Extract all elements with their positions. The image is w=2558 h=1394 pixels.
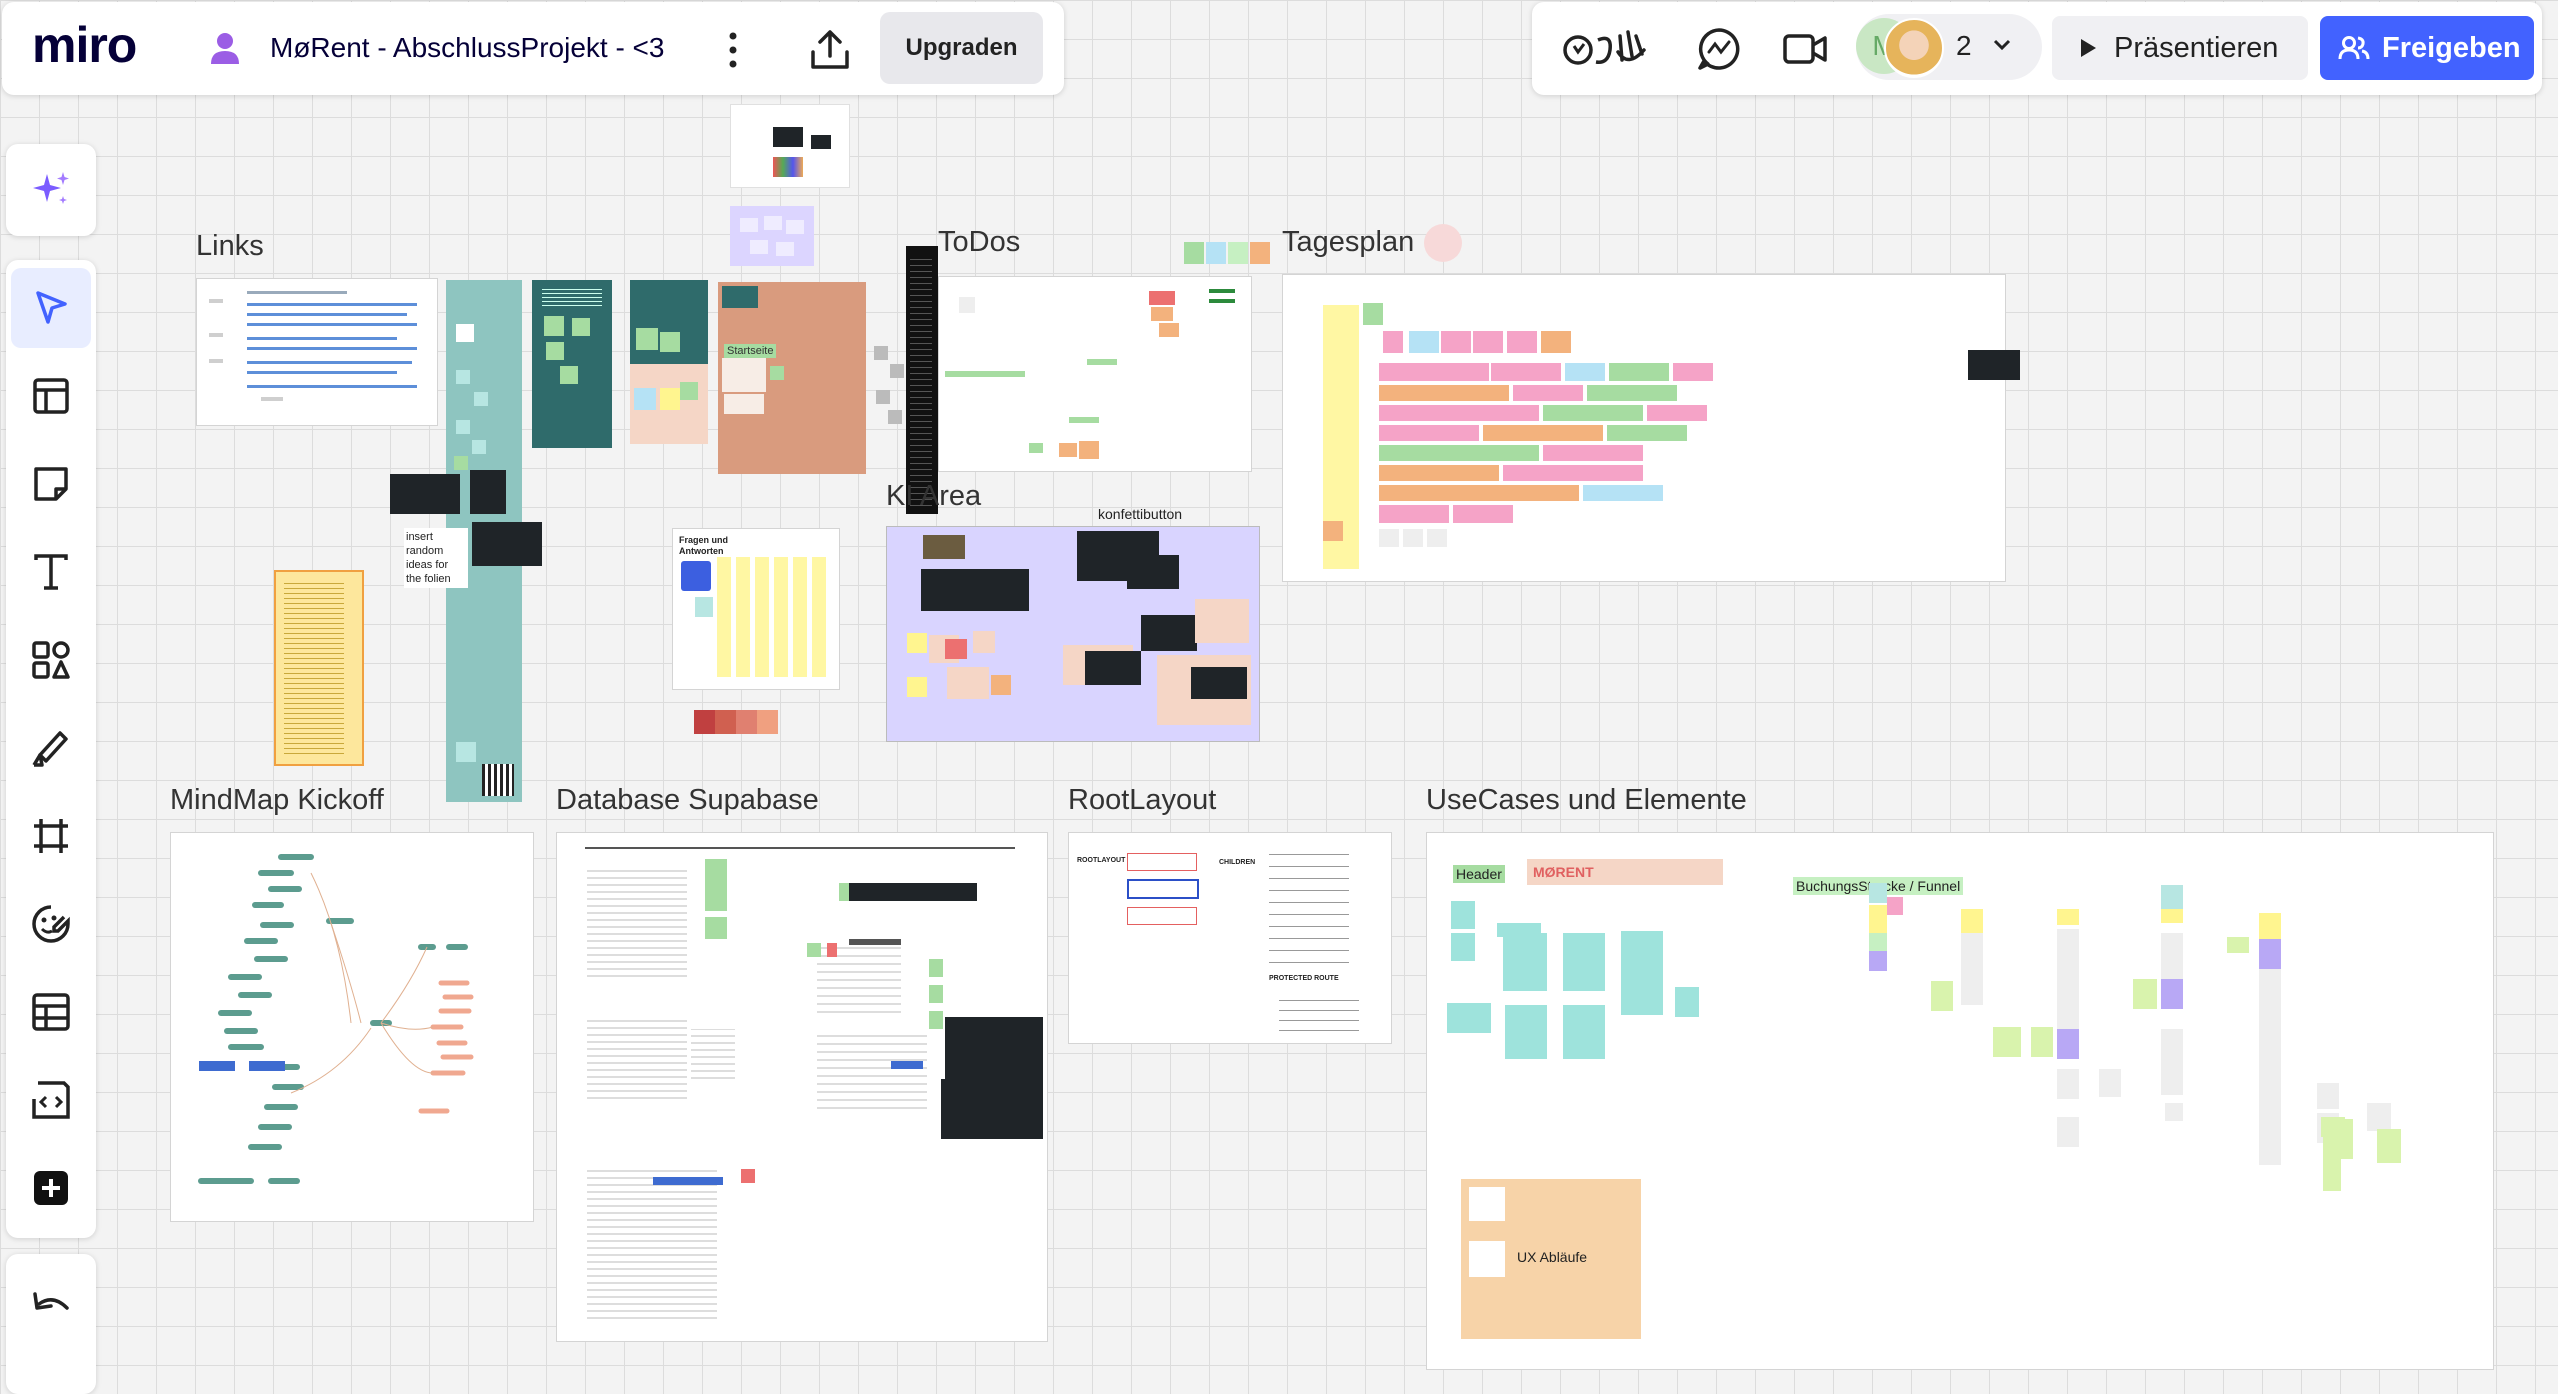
add-more-icon[interactable] — [11, 1148, 91, 1228]
cake-sticker-icon — [1424, 224, 1462, 262]
embed-code-icon[interactable] — [11, 1060, 91, 1140]
present-button[interactable]: Präsentieren — [2052, 16, 2308, 80]
play-icon — [2081, 39, 2096, 57]
qr-code — [482, 764, 514, 796]
protected-route-label: PROTECTED ROUTE — [1269, 975, 1339, 982]
fragen-label: Fragen und Antworten — [679, 535, 728, 556]
templates-icon[interactable] — [11, 356, 91, 436]
ai-panel — [6, 144, 96, 236]
creation-toolbar — [6, 260, 96, 1238]
dark-teal-board[interactable] — [532, 280, 612, 448]
links-frame[interactable] — [196, 278, 438, 426]
export-upload-icon[interactable] — [808, 28, 852, 72]
tagesplan-frame[interactable] — [1282, 274, 2006, 582]
upgrade-button[interactable]: Upgraden — [880, 12, 1043, 84]
sticky-note-icon[interactable] — [11, 444, 91, 524]
board-title[interactable]: MøRent - AbschlussProjekt - <3 — [270, 32, 664, 64]
avatar-photo — [1884, 18, 1944, 78]
terminal-strip[interactable] — [906, 246, 938, 514]
video-call-icon[interactable] — [1782, 30, 1828, 68]
frame-title-links[interactable]: Links — [196, 230, 264, 263]
todo-sticky-row — [1184, 242, 1270, 266]
frame-title-usecases[interactable]: UseCases und Elemente — [1426, 784, 1747, 817]
stickers-icon[interactable] — [11, 884, 91, 964]
pen-icon[interactable] — [11, 708, 91, 788]
board-header-panel: miro MøRent - AbschlussProjekt - <3 Upgr… — [2, 2, 1064, 95]
text-icon[interactable] — [11, 532, 91, 612]
connector-cluster — [870, 340, 910, 430]
ki-area-frame[interactable] — [886, 526, 1260, 742]
table-icon[interactable] — [11, 972, 91, 1052]
present-label: Präsentieren — [2114, 31, 2279, 64]
children-label: CHILDREN — [1219, 859, 1256, 866]
share-label: Freigeben — [2382, 31, 2521, 64]
frame-title-todos[interactable]: ToDos — [938, 226, 1020, 259]
fragen-frame[interactable]: Fragen und Antworten — [672, 528, 840, 690]
frame-title-mindmap[interactable]: MindMap Kickoff — [170, 784, 384, 817]
todos-frame[interactable] — [938, 276, 1252, 472]
startseite-label: Startseite — [724, 344, 777, 358]
frame-title-tagesplan[interactable]: Tagesplan — [1282, 226, 1414, 259]
ideas-label: insert random ideas for the folien — [404, 528, 468, 588]
yellow-document[interactable] — [274, 570, 364, 766]
ideas-thumb-3[interactable] — [472, 522, 542, 566]
rootlayout-frame[interactable]: ROOTLAYOUT CHILDREN PROTECTED ROUTE — [1068, 832, 1392, 1044]
tagesplan-screenshot[interactable] — [1968, 350, 2020, 380]
undo-panel — [6, 1254, 96, 1394]
miro-logo[interactable]: miro — [32, 16, 137, 74]
mindmap-diagram — [198, 854, 474, 1184]
ideas-thumb-1[interactable] — [390, 474, 460, 514]
ai-sparkle-icon[interactable] — [11, 150, 91, 230]
header-label: Header — [1453, 865, 1505, 883]
mini-thumbnail[interactable] — [730, 104, 850, 188]
chevron-down-icon — [1992, 38, 2012, 52]
lavender-sticky-cluster[interactable] — [730, 206, 814, 266]
more-options-icon[interactable] — [726, 30, 740, 70]
usecases-frame[interactable]: Header MØRENT BuchungsStrecke / Funnel U… — [1426, 832, 2494, 1370]
konfettibutton-label: konfettibutton — [1098, 506, 1183, 522]
frame-title-rootlayout[interactable]: RootLayout — [1068, 784, 1216, 817]
collaborator-count: 2 — [1956, 30, 1972, 61]
ux-label: UX Abläufe — [1517, 1249, 1588, 1265]
teal-peach-board[interactable] — [630, 280, 708, 444]
startseite-board[interactable]: Startseite — [718, 282, 866, 474]
collaboration-panel: M 2 Präsentieren Freigeben — [1532, 2, 2542, 95]
frame-title-ki-area[interactable]: KI Area — [886, 480, 981, 513]
user-icon — [208, 30, 242, 66]
shapes-icon[interactable] — [11, 620, 91, 700]
frame-title-database[interactable]: Database Supabase — [556, 784, 819, 817]
reactions-icon[interactable] — [1562, 26, 1652, 72]
chat-icon[interactable] — [1696, 26, 1742, 72]
morent-label: MØRENT — [1527, 859, 1723, 885]
ux-board[interactable]: UX Abläufe — [1461, 1179, 1641, 1339]
mindmap-frame[interactable] — [170, 832, 534, 1222]
select-cursor-icon[interactable] — [11, 268, 91, 348]
users-icon — [2338, 36, 2370, 60]
frame-icon[interactable] — [11, 796, 91, 876]
color-swatches — [694, 710, 778, 734]
share-button[interactable]: Freigeben — [2320, 16, 2534, 80]
database-frame[interactable] — [556, 832, 1048, 1342]
undo-icon[interactable] — [11, 1266, 91, 1346]
collaborators-button[interactable]: M 2 — [1856, 14, 2042, 80]
rootlayout-small-label: ROOTLAYOUT — [1077, 857, 1126, 864]
ideas-thumb-2[interactable] — [470, 470, 506, 514]
